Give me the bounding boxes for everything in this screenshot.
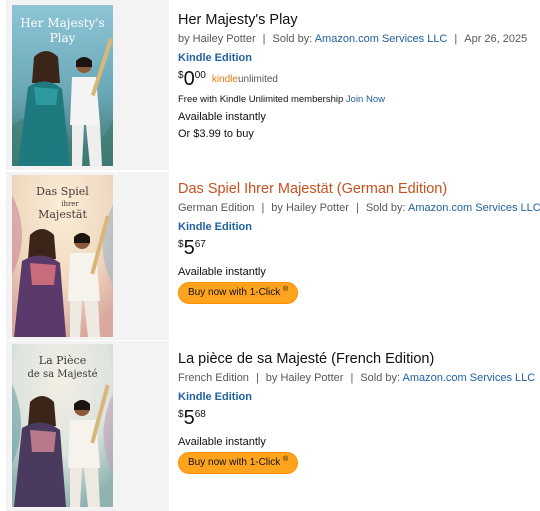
format-link[interactable]: Kindle Edition: [178, 51, 540, 65]
join-now-link[interactable]: Join Now: [346, 94, 385, 105]
price-fraction: 67: [194, 239, 206, 250]
separator: |: [255, 372, 259, 384]
price[interactable]: $5 67: [178, 237, 206, 259]
availability: Available instantly: [178, 436, 266, 448]
book-cover-image[interactable]: Das Spiel ihrer Majestät: [12, 175, 113, 337]
separator: |: [454, 33, 458, 45]
result-info: Das Spiel Ihrer Majestät (German Edition…: [178, 172, 540, 304]
price-fraction: 00: [194, 70, 206, 81]
cover-title-line: de sa Majesté: [27, 369, 97, 380]
buy-now-button[interactable]: Buy now with 1-Click ®: [178, 282, 299, 304]
price-fraction: 68: [194, 409, 206, 420]
seller-link[interactable]: Amazon.com Services LLC: [315, 33, 448, 45]
thumbnail-area[interactable]: Das Spiel ihrer Majestät: [6, 172, 169, 340]
price-row: $0 00 kindleunlimited: [178, 68, 540, 90]
cover-title-line: ihrer: [61, 200, 79, 208]
product-title[interactable]: Her Majesty's Play: [178, 11, 540, 29]
result-info: Her Majesty's Play by Hailey Potter | Sold…: [178, 0, 540, 141]
cover-title-line: Her Majesty's: [20, 16, 105, 30]
sold-by-label: Sold by:: [360, 372, 401, 384]
book-cover-image[interactable]: Her Majesty's Play: [12, 5, 113, 166]
meta-line: French Edition | by Hailey Potter | Sold by:…: [178, 371, 540, 385]
book-cover-image[interactable]: La Pièce de sa Majesté: [12, 344, 113, 507]
availability: Available instantly: [178, 111, 266, 123]
format-link[interactable]: Kindle Edition: [178, 220, 540, 234]
price-whole: 5: [183, 407, 195, 429]
author: by Hailey Potter: [271, 202, 349, 214]
cover-title-line: Majestät: [38, 208, 87, 221]
thumbnail-area[interactable]: La Pièce de sa Majesté: [6, 341, 169, 511]
price-row: $5 67: [178, 237, 540, 259]
result-item: Her Majesty's Play Her Majesty's Play by…: [0, 0, 540, 170]
meta-line: German Edition | by Hailey Potter | Sold by:…: [178, 201, 540, 215]
kindle-unlimited-logo: kindleunlimited: [211, 74, 278, 85]
price-whole: 5: [183, 237, 195, 259]
buy-now-button[interactable]: Buy now with 1-Click ®: [178, 452, 299, 474]
edition-label: French Edition: [178, 372, 249, 384]
author: by Hailey Potter: [178, 33, 256, 45]
book-cover-art: Her Majesty's Play: [12, 5, 113, 166]
result-item: La Pièce de sa Majesté La pièce de sa Ma…: [0, 341, 540, 511]
edition-label: German Edition: [178, 202, 255, 214]
book-cover-art: La Pièce de sa Majesté: [12, 344, 113, 507]
seller-link[interactable]: Amazon.com Services LLC: [408, 202, 540, 214]
book-cover-art: Das Spiel ihrer Majestät: [12, 175, 113, 337]
meta-line: by Hailey Potter | Sold by: Amazon.com Ser…: [178, 32, 540, 46]
price[interactable]: $5 68: [178, 407, 206, 429]
sold-by-label: Sold by:: [272, 33, 313, 45]
separator: |: [355, 202, 359, 214]
cover-title-line: Play: [50, 31, 76, 45]
result-info: La pièce de sa Majesté (French Edition) …: [178, 341, 540, 474]
product-title[interactable]: Das Spiel Ihrer Majestät (German Edition…: [178, 180, 540, 198]
price-whole: 0: [183, 68, 195, 90]
availability: Available instantly: [178, 266, 266, 278]
product-title[interactable]: La pièce de sa Majesté (French Edition): [178, 350, 540, 368]
format-link[interactable]: Kindle Edition: [178, 390, 540, 404]
separator: |: [261, 202, 265, 214]
result-item: Das Spiel ihrer Majestät Das Spiel Ihrer…: [0, 172, 540, 340]
sold-by-label: Sold by:: [365, 202, 406, 214]
membership-text: Free with Kindle Unlimited membership Jo…: [178, 94, 385, 105]
thumbnail-area[interactable]: Her Majesty's Play: [6, 0, 169, 170]
search-results: Her Majesty's Play Her Majesty's Play by…: [0, 0, 540, 511]
author: by Hailey Potter: [265, 372, 344, 384]
separator: |: [350, 372, 354, 384]
alt-price[interactable]: Or $3.99 to buy: [178, 127, 540, 141]
cover-title-line: Das Spiel: [36, 185, 89, 198]
price[interactable]: $0 00: [178, 68, 206, 90]
price-row: $5 68: [178, 407, 540, 429]
separator: |: [262, 33, 266, 45]
seller-link[interactable]: Amazon.com Services LLC: [403, 372, 536, 384]
publish-date: Apr 26, 2025: [464, 33, 528, 45]
cover-title-line: La Pièce: [39, 354, 86, 367]
